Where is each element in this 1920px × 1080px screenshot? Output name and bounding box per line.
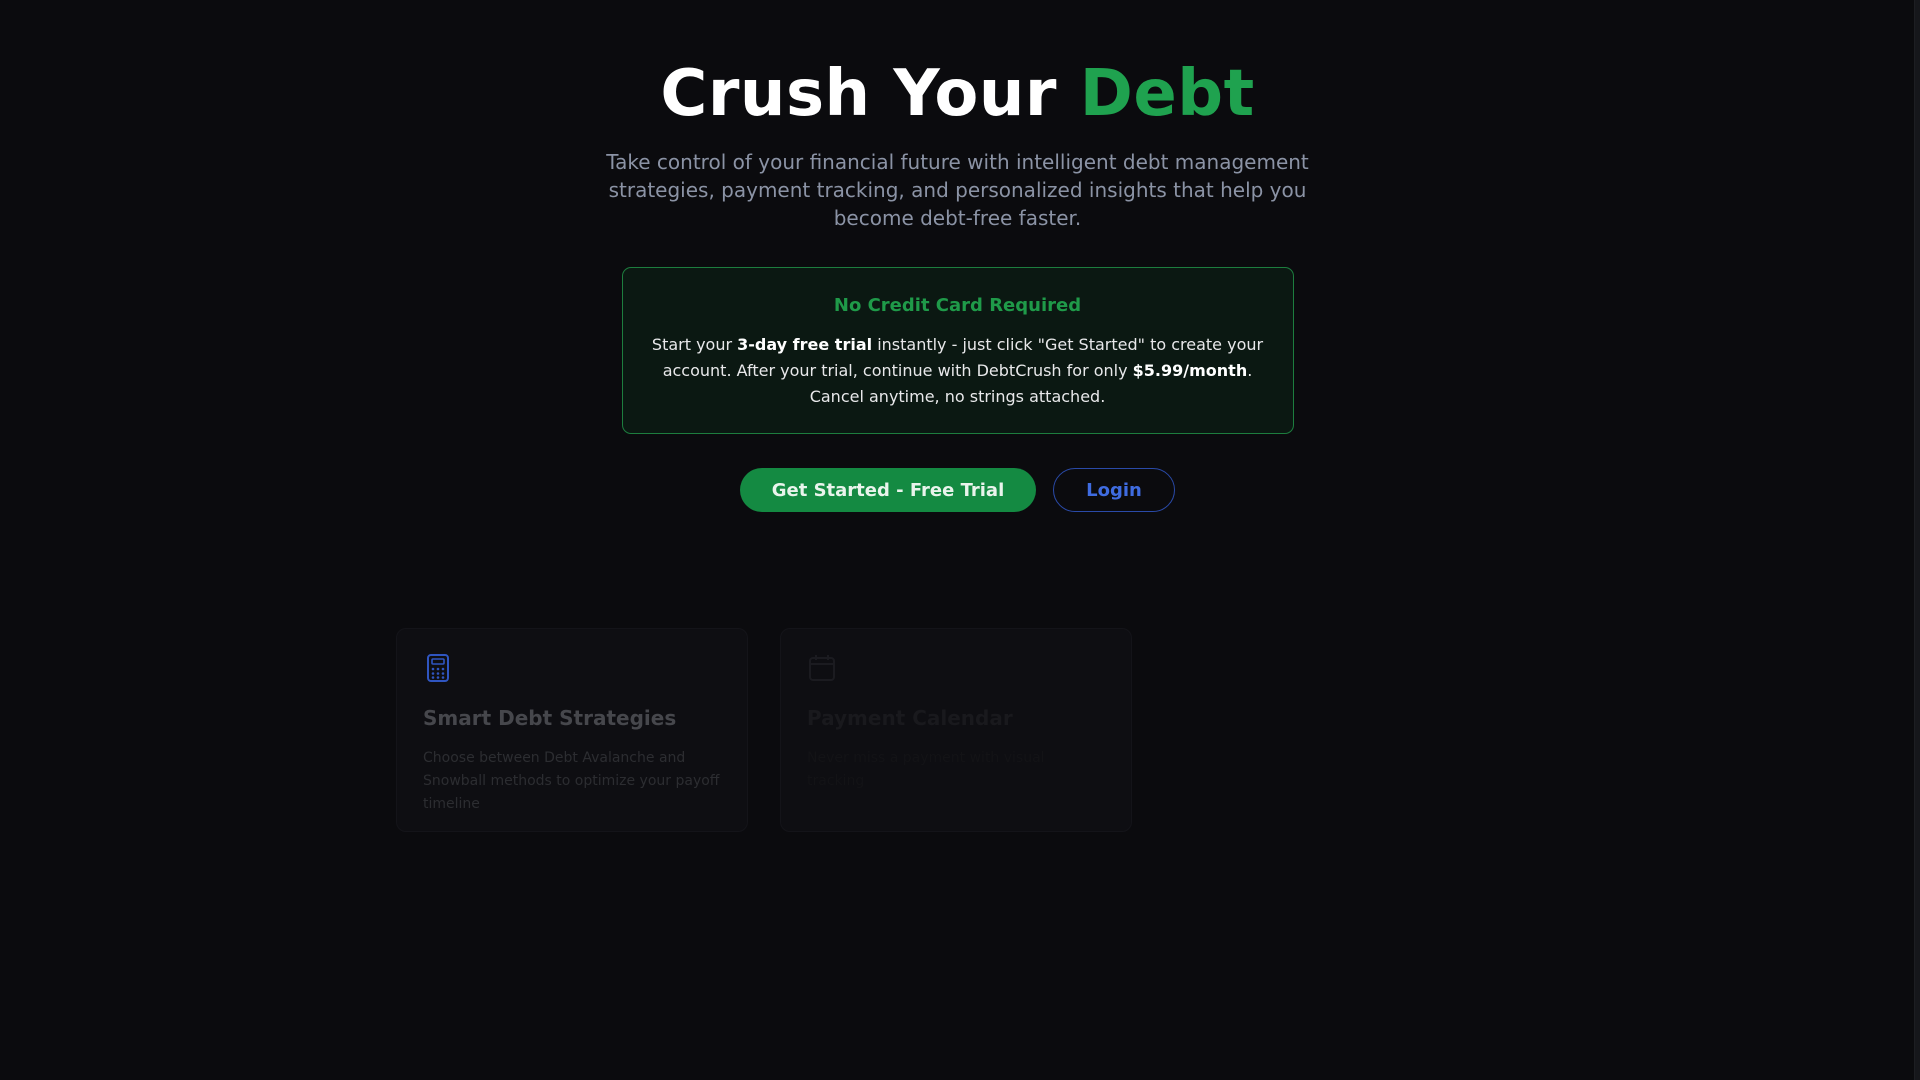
trial-notice-box: No Credit Card Required Start your 3-day…	[621, 267, 1294, 434]
feature-card-strategies: Smart Debt Strategies Choose between Deb…	[396, 628, 748, 832]
hero-title-main: Crush Your	[660, 57, 1057, 131]
landing-page: Crush Your Debt Take control of your fin…	[0, 0, 1920, 1080]
hero-title-accent: Debt	[1079, 57, 1255, 131]
features-section: Smart Debt Strategies Choose between Deb…	[396, 628, 1132, 832]
vertical-scrollbar[interactable]	[1914, 0, 1920, 1080]
feature-title: Smart Debt Strategies	[423, 706, 677, 730]
notice-trial-length: 3-day free trial	[737, 335, 873, 354]
login-button[interactable]: Login	[1053, 468, 1175, 512]
feature-title: Payment Calendar	[807, 706, 1013, 730]
feature-card-calendar: Payment Calendar Never miss a payment wi…	[780, 628, 1132, 832]
notice-body-start: Start your	[651, 335, 738, 354]
notice-price: $5.99/month	[1132, 361, 1248, 380]
hero-subtitle: Take control of your financial future wi…	[606, 150, 1309, 230]
calendar-icon	[809, 655, 835, 681]
notice-body: Start your 3-day free trial instantly - …	[647, 332, 1269, 410]
feature-description: Never miss a payment with visual trackin…	[807, 750, 1045, 789]
notice-title: No Credit Card Required	[833, 295, 1082, 316]
calculator-icon	[427, 654, 449, 682]
get-started-button[interactable]: Get Started - Free Trial	[740, 468, 1036, 512]
feature-description: Choose between Debt Avalanche and Snowba…	[423, 750, 720, 812]
hero-actions: Get Started - Free Trial Login	[0, 468, 1915, 512]
hero-title: Crush Your Debt	[0, 58, 1915, 130]
hero-section: Crush Your Debt Take control of your fin…	[0, 58, 1915, 512]
